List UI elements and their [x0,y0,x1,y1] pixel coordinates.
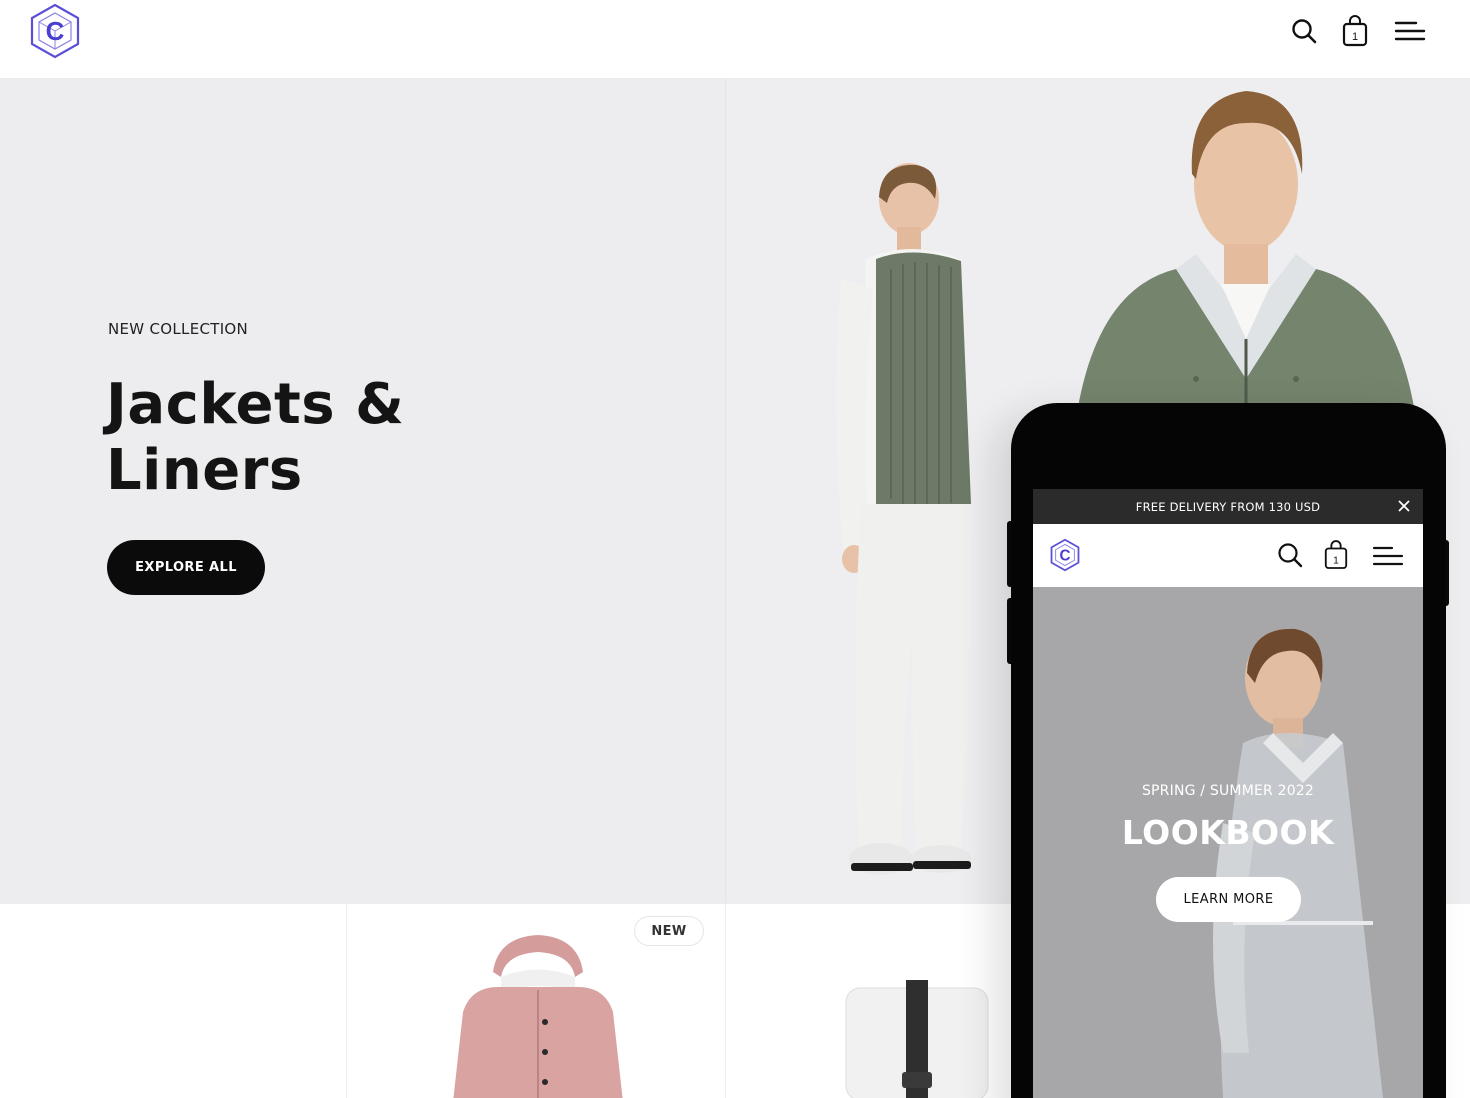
mobile-header: C 1 [1033,524,1423,587]
product-card[interactable] [0,904,347,1098]
lookbook-subtitle: SPRING / SUMMER 2022 [1141,783,1315,799]
cart-count: 1 [1352,31,1358,43]
white-backpack-image [845,980,989,1098]
mobile-cart-count: 1 [1333,555,1339,566]
hero-title-line2: Liners [106,438,303,503]
learn-more-button[interactable]: LEARN MORE [1156,877,1301,922]
mobile-search-icon[interactable] [1277,542,1303,568]
brand-logo-icon[interactable]: C [28,2,82,60]
model-side-view-image [836,163,971,875]
hero-title: Jackets & Liners [106,372,526,504]
model-front-view-image [1076,91,1416,419]
mobile-menu-icon[interactable] [1372,545,1404,567]
new-badge: NEW [634,916,704,946]
explore-all-button[interactable]: EXPLORE ALL [107,540,265,595]
hero-eyebrow: NEW COLLECTION [108,320,249,338]
pink-jacket-image [453,935,623,1098]
announcement-bar: FREE DELIVERY FROM 130 USD [1033,489,1423,524]
mobile-cart-bag-icon[interactable]: 1 [1323,540,1349,570]
menu-icon[interactable] [1392,14,1428,48]
lookbook-model-image [1213,628,1383,1098]
lookbook-banner: SPRING / SUMMER 2022 LOOKBOOK LEARN MORE [1033,587,1423,1098]
cart-bag-icon[interactable]: 1 [1338,14,1372,48]
svg-text:C: C [1059,547,1070,564]
lookbook-title: LOOKBOOK [1121,813,1335,852]
mobile-screen: FREE DELIVERY FROM 130 USD C 1 SPRING / … [1033,489,1423,1098]
svg-text:C: C [46,16,65,46]
search-icon[interactable] [1287,14,1321,48]
announcement-text: FREE DELIVERY FROM 130 USD [1135,499,1321,514]
hero-text-panel: NEW COLLECTION Jackets & Liners EXPLORE … [0,79,726,903]
close-icon[interactable] [1395,497,1413,515]
site-header: C 1 [0,0,1470,79]
hero-title-line1: Jackets & [106,372,405,437]
mobile-logo-icon[interactable]: C [1049,538,1081,572]
